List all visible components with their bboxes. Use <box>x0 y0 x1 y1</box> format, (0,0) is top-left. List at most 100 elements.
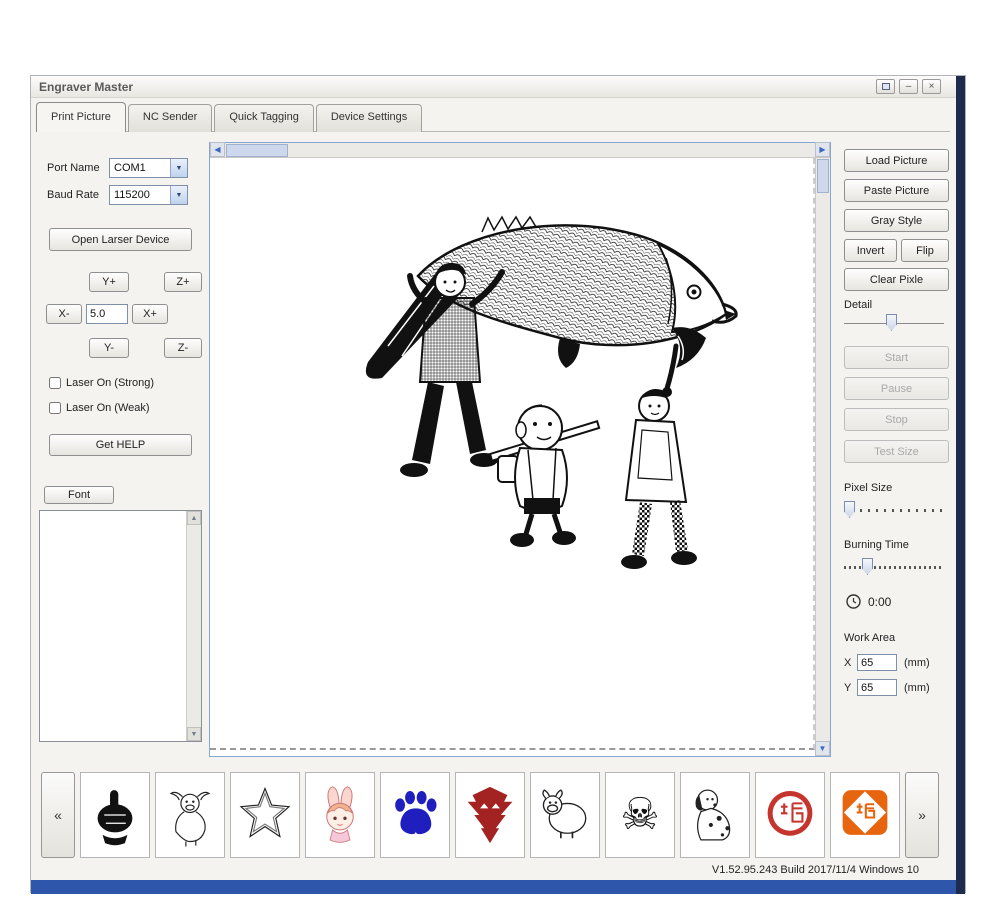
work-area-y-unit: (mm) <box>904 682 930 694</box>
burning-time-slider-thumb[interactable] <box>862 558 873 575</box>
detail-slider[interactable] <box>844 314 944 332</box>
detail-slider-thumb[interactable] <box>886 314 897 331</box>
paw-print[interactable] <box>380 772 450 858</box>
dalmatian-dog[interactable] <box>680 772 750 858</box>
get-help-button[interactable]: Get HELP <box>49 434 192 456</box>
burning-time-label: Burning Time <box>844 539 909 551</box>
ox-sketch[interactable] <box>155 772 225 858</box>
engraving-canvas[interactable] <box>210 158 815 750</box>
window-title: Engraver Master <box>39 79 134 94</box>
port-name-select[interactable]: COM1 ▼ <box>109 158 188 178</box>
autobot-logo[interactable] <box>455 772 525 858</box>
laser-weak-label: Laser On (Weak) <box>66 402 150 414</box>
port-name-label: Port Name <box>47 162 100 174</box>
test-size-button[interactable]: Test Size <box>844 440 949 463</box>
gallery-prev-button[interactable]: « <box>41 772 75 858</box>
work-area-label: Work Area <box>844 632 896 644</box>
scroll-up-icon[interactable]: ▲ <box>187 511 201 525</box>
detail-label: Detail <box>844 299 873 311</box>
titlebar: Engraver Master – × <box>31 76 965 98</box>
vertical-scroll-thumb[interactable] <box>817 159 829 193</box>
load-picture-button[interactable]: Load Picture <box>844 149 949 172</box>
laser-strong-checkbox[interactable] <box>49 377 61 389</box>
flip-button[interactable]: Flip <box>901 239 949 262</box>
close-button[interactable]: × <box>922 79 941 94</box>
jog-y-plus-button[interactable]: Y+ <box>89 272 129 292</box>
page: Engraver Master – × Print Picture NC Sen… <box>0 0 1000 902</box>
work-area-x-unit: (mm) <box>904 657 930 669</box>
chevron-down-icon[interactable]: ▼ <box>170 159 187 177</box>
scroll-down-icon[interactable]: ▼ <box>815 741 830 756</box>
baud-rate-label: Baud Rate <box>47 189 99 201</box>
baud-rate-select[interactable]: 115200 ▼ <box>109 185 188 205</box>
scroll-right-icon[interactable]: ▶ <box>815 142 830 157</box>
font-button[interactable]: Font <box>44 486 114 504</box>
right-edge-bar <box>956 76 965 894</box>
tab-print-picture[interactable]: Print Picture <box>36 102 126 132</box>
scroll-down-icon[interactable]: ▼ <box>187 727 201 741</box>
bottom-accent-bar <box>31 880 965 894</box>
clock-icon <box>846 594 861 609</box>
sample-gallery: « ☠ » <box>41 772 939 858</box>
version-status-text: V1.52.95.243 Build 2017/11/4 Windows 10 <box>711 864 919 876</box>
skull-icon: ☠ <box>620 790 660 839</box>
baud-rate-value: 115200 <box>114 189 150 201</box>
burning-time-slider[interactable] <box>844 558 944 576</box>
gallery-next-button[interactable]: » <box>905 772 939 858</box>
skull-crossbones[interactable]: ☠ <box>605 772 675 858</box>
jog-z-minus-button[interactable]: Z- <box>164 338 202 358</box>
work-area-x-label: X <box>844 657 852 669</box>
laser-strong-checkbox-row: Laser On (Strong) <box>49 377 154 389</box>
elapsed-time-value: 0:00 <box>868 594 892 609</box>
invert-button[interactable]: Invert <box>844 239 897 262</box>
paste-picture-button[interactable]: Paste Picture <box>844 179 949 202</box>
start-button[interactable]: Start <box>844 346 949 369</box>
chevron-down-icon[interactable]: ▼ <box>170 186 187 204</box>
canvas-artwork <box>322 210 752 615</box>
port-name-value: COM1 <box>114 162 146 174</box>
open-laser-device-button[interactable]: Open Larser Device <box>49 228 192 251</box>
canvas-vertical-scrollbar[interactable]: ▼ <box>815 158 830 756</box>
laser-strong-label: Laser On (Strong) <box>66 377 155 389</box>
burning-time-slider-track <box>844 566 944 569</box>
text-area-scrollbar[interactable]: ▲ ▼ <box>186 511 201 741</box>
horizontal-scroll-thumb[interactable] <box>226 144 288 157</box>
window-controls: – × <box>876 79 941 94</box>
pointing-hand[interactable] <box>80 772 150 858</box>
cow-doodle[interactable] <box>530 772 600 858</box>
elapsed-time-row: 0:00 <box>846 594 891 609</box>
window-menu-button[interactable] <box>876 79 895 94</box>
tab-device-settings[interactable]: Device Settings <box>315 104 423 132</box>
pixel-size-label: Pixel Size <box>844 482 893 494</box>
work-area-y-label: Y <box>844 682 852 694</box>
minimize-button[interactable]: – <box>899 79 918 94</box>
tab-quick-tagging[interactable]: Quick Tagging <box>214 104 314 132</box>
bunny-girl[interactable] <box>305 772 375 858</box>
pixel-size-slider[interactable] <box>844 501 944 519</box>
laser-weak-checkbox[interactable] <box>49 402 61 414</box>
text-entry-area[interactable]: ▲ ▼ <box>39 510 202 742</box>
fu-seal-square[interactable] <box>830 772 900 858</box>
canvas-horizontal-scrollbar[interactable]: ◀ ▶ <box>210 142 830 158</box>
jog-x-minus-button[interactable]: X- <box>46 304 82 324</box>
gray-style-button[interactable]: Gray Style <box>844 209 949 232</box>
work-area-y-input[interactable] <box>857 679 897 696</box>
work-area-x-input[interactable] <box>857 654 897 671</box>
pixel-size-slider-thumb[interactable] <box>844 501 855 518</box>
star-sketch[interactable] <box>230 772 300 858</box>
jog-y-minus-button[interactable]: Y- <box>89 338 129 358</box>
step-size-input[interactable] <box>86 304 128 324</box>
window-menu-icon <box>881 83 890 90</box>
pixel-size-slider-track <box>844 509 944 512</box>
scroll-left-icon[interactable]: ◀ <box>210 142 225 157</box>
fu-seal-round[interactable] <box>755 772 825 858</box>
app-window: Engraver Master – × Print Picture NC Sen… <box>30 75 966 894</box>
clear-pixel-button[interactable]: Clear Pixle <box>844 268 949 291</box>
laser-weak-checkbox-row: Laser On (Weak) <box>49 402 150 414</box>
jog-x-plus-button[interactable]: X+ <box>132 304 168 324</box>
pause-button[interactable]: Pause <box>844 377 949 400</box>
jog-z-plus-button[interactable]: Z+ <box>164 272 202 292</box>
tabstrip: Print Picture NC Sender Quick Tagging De… <box>36 102 423 132</box>
tab-nc-sender[interactable]: NC Sender <box>127 104 213 132</box>
stop-button[interactable]: Stop <box>844 408 949 431</box>
